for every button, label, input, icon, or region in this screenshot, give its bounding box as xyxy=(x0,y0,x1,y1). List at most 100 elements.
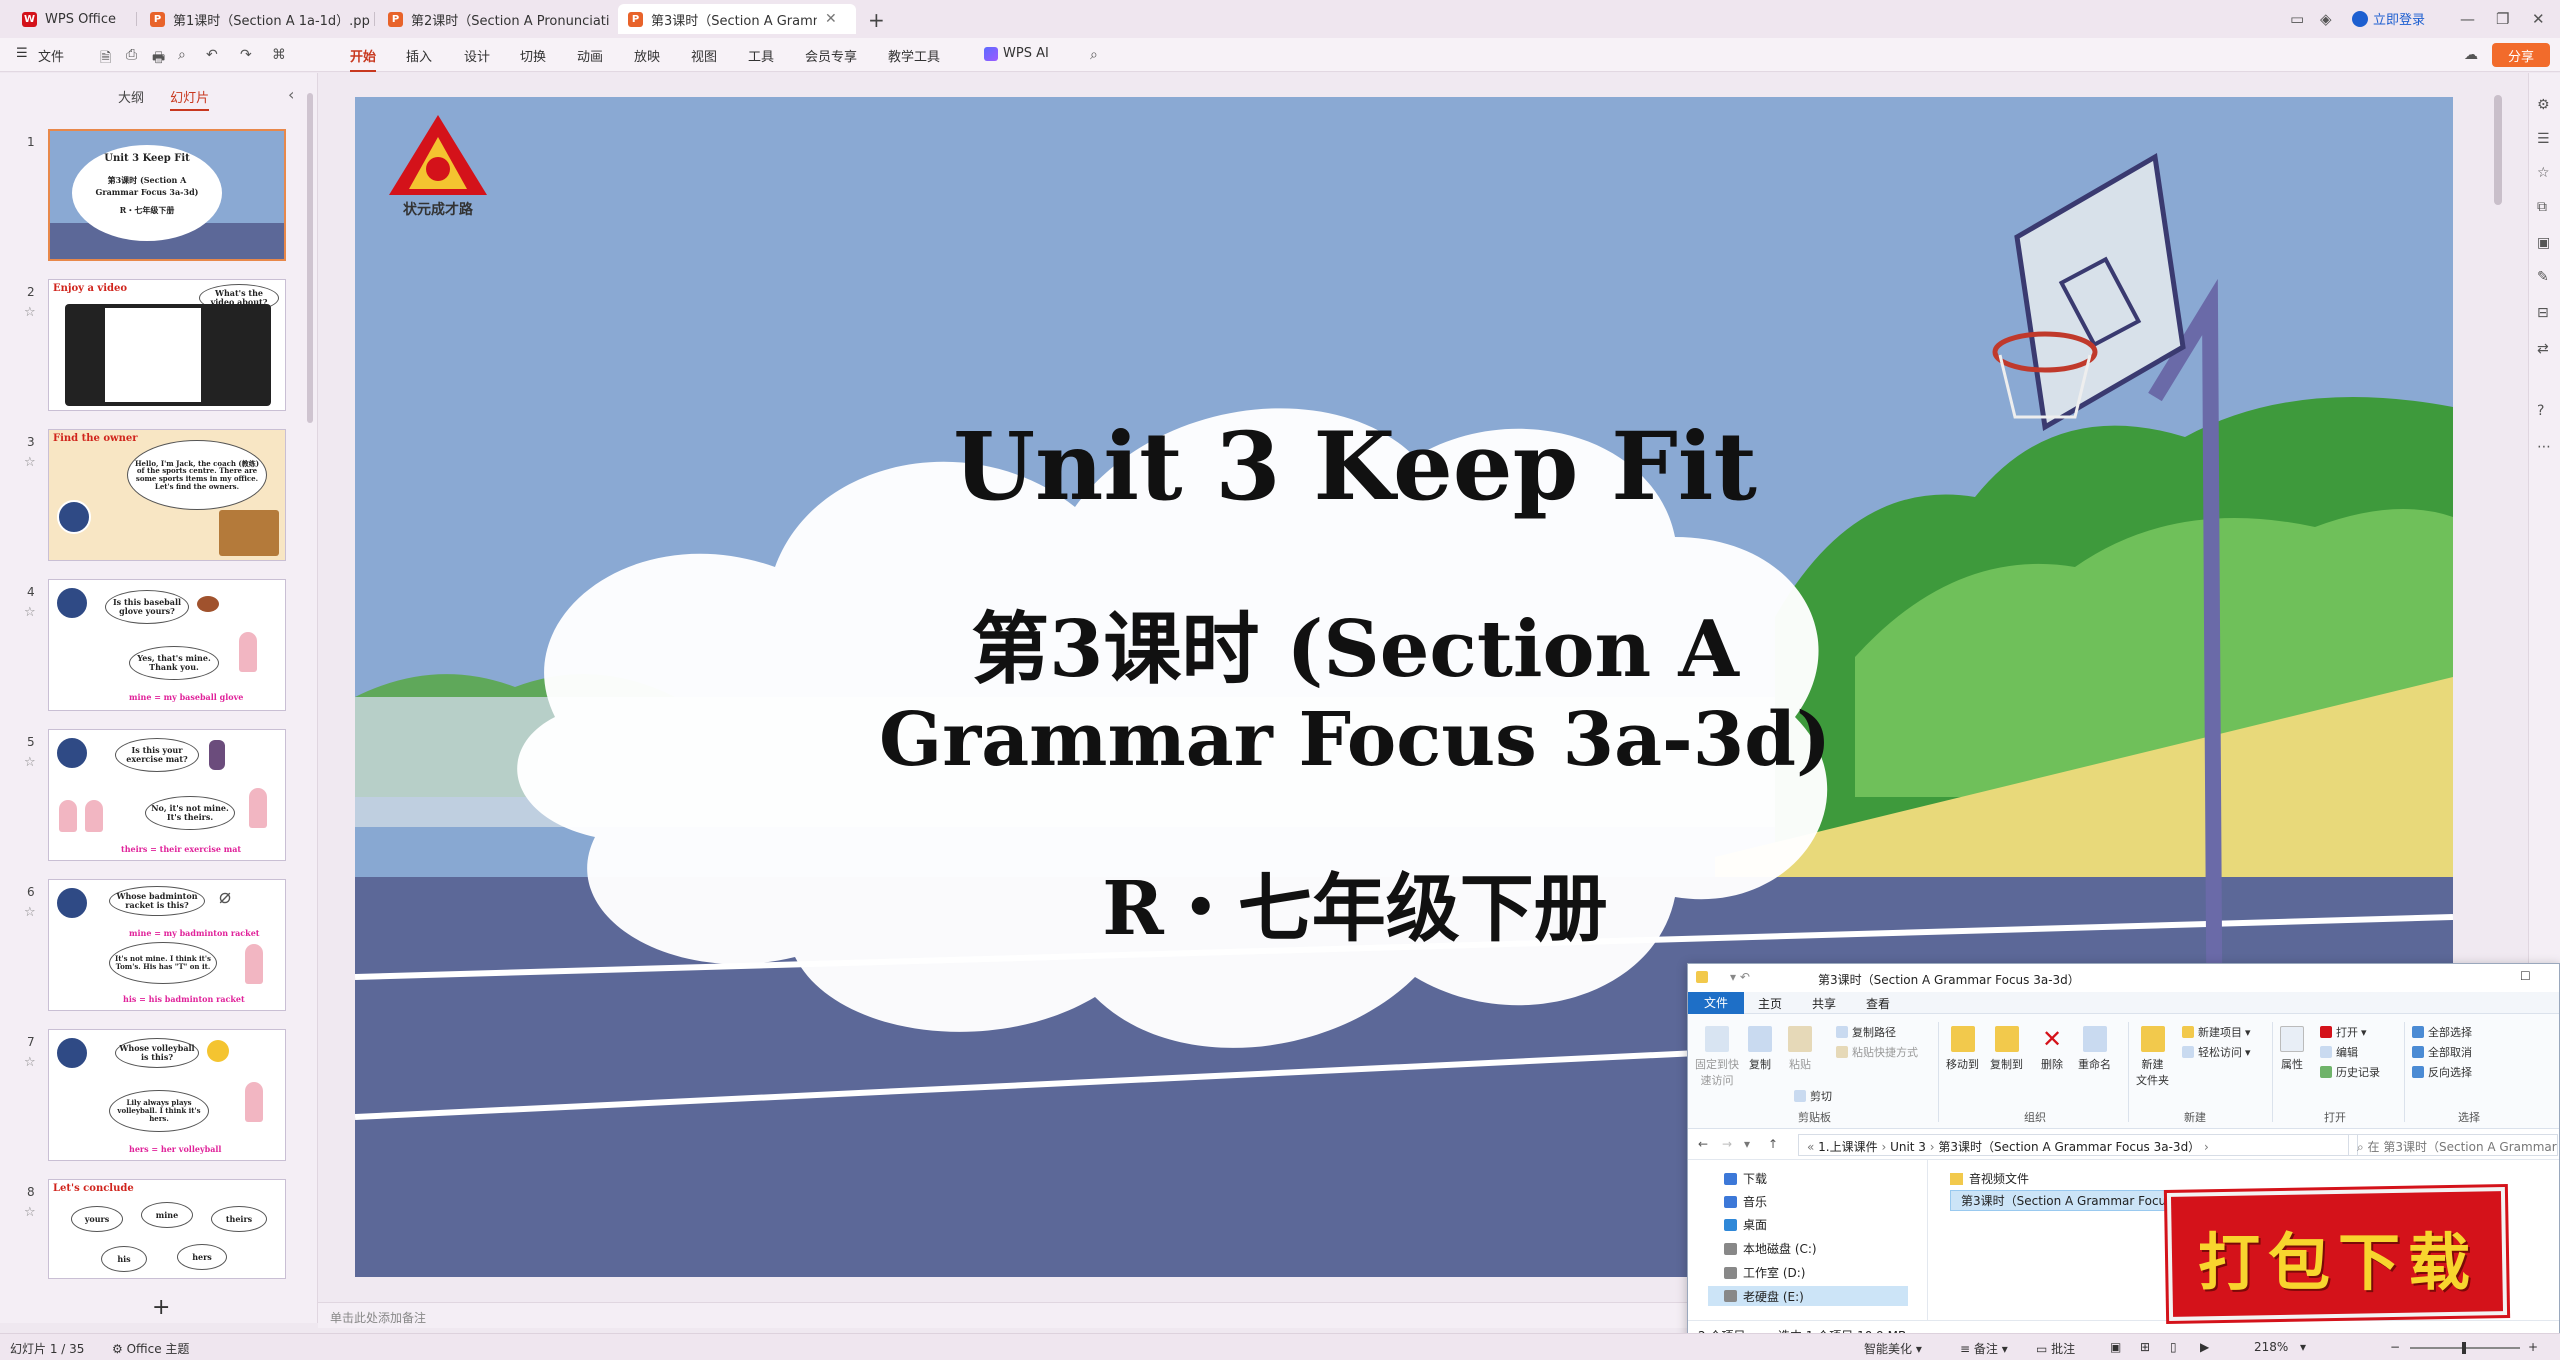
new-folder-button[interactable]: 新建 文件夹 xyxy=(2136,1026,2169,1088)
slide-subtitle-line-1[interactable]: 第3课时 (Section A xyxy=(755,587,1955,699)
explorer-tab-share[interactable]: 共享 xyxy=(1812,995,1836,1012)
normal-view-icon[interactable]: ▣ xyxy=(2110,1340,2121,1354)
menu-tools[interactable]: 工具 xyxy=(748,46,774,65)
nav-item-drive-c[interactable]: 本地磁盘 (C:) xyxy=(1724,1240,1817,1257)
star-icon[interactable]: ☆ xyxy=(24,1055,36,1070)
tab-list-icon[interactable]: ▭ xyxy=(2290,10,2304,28)
close-tab-icon[interactable]: ✕ xyxy=(825,11,837,27)
history-button[interactable]: 历史记录 xyxy=(2320,1064,2380,1080)
slide-thumbnail-5[interactable]: Is this your exercise mat? No, it's not … xyxy=(48,729,286,861)
up-icon[interactable]: ↑ xyxy=(1768,1137,1778,1151)
nav-item-drive-e[interactable]: 老硬盘 (E:) xyxy=(1708,1286,1908,1306)
tab-slides[interactable]: 幻灯片 xyxy=(170,91,210,111)
breadcrumb[interactable]: « 1.上课课件 › Unit 3 › 第3课时（Section A Gramm… xyxy=(1798,1134,2358,1156)
animation-pane-icon[interactable]: ☰ xyxy=(2537,131,2550,147)
wps-ai-button[interactable]: WPS AI xyxy=(984,46,1049,61)
menu-member[interactable]: 会员专享 xyxy=(805,46,857,65)
star-icon[interactable]: ☆ xyxy=(24,755,36,770)
theme-name[interactable]: ⚙ Office 主题 xyxy=(112,1340,189,1357)
slide-grade-label[interactable]: R・七年级下册 xyxy=(855,849,1855,956)
task-pane-icon[interactable]: ⚙ xyxy=(2537,97,2550,113)
comments-toggle-button[interactable]: ▭ 批注 xyxy=(2036,1340,2075,1357)
export-pdf-icon[interactable]: ⎙ xyxy=(126,47,137,63)
new-item-button[interactable]: 新建项目 ▾ xyxy=(2182,1024,2251,1040)
nav-item-music[interactable]: 音乐 xyxy=(1724,1193,1767,1210)
back-icon[interactable]: ← xyxy=(1698,1137,1708,1151)
menu-animation[interactable]: 动画 xyxy=(577,46,603,65)
tab-outline[interactable]: 大纲 xyxy=(118,91,144,106)
cut-button[interactable]: 剪切 xyxy=(1794,1088,1832,1104)
paste-button[interactable]: 粘贴 xyxy=(1788,1026,1812,1072)
copy-button[interactable]: 复制 xyxy=(1748,1026,1772,1072)
share-button[interactable]: 分享 xyxy=(2492,43,2550,67)
star-icon[interactable]: ☆ xyxy=(24,605,36,620)
undo-icon[interactable]: ↶ xyxy=(206,47,218,63)
copy-path-button[interactable]: 复制路径 xyxy=(1836,1024,1896,1040)
slide-thumbnail-3[interactable]: Find the owner Hello, I'm Jack, the coac… xyxy=(48,429,286,561)
nav-item-drive-d[interactable]: 工作室 (D:) xyxy=(1724,1264,1805,1281)
delete-button[interactable]: ✕ 删除 xyxy=(2040,1026,2064,1072)
restore-icon[interactable]: ❐ xyxy=(2496,10,2509,28)
save-icon[interactable]: 🗎 xyxy=(100,47,111,71)
explorer-tab-file[interactable]: 文件 xyxy=(1688,992,1744,1014)
explorer-maximize-icon[interactable]: ☐ xyxy=(2520,969,2531,983)
reading-view-icon[interactable]: ▯ xyxy=(2170,1340,2177,1354)
file-item-folder[interactable]: 音视频文件 xyxy=(1950,1170,2029,1187)
hamburger-menu-icon[interactable]: ☰ xyxy=(16,46,28,61)
tab-lesson-1[interactable]: P 第1课时（Section A 1a-1d）.pptx xyxy=(140,4,370,34)
file-item-pptx[interactable]: 第3课时（Section A Grammar Focus 3a-3d）.pptx xyxy=(1950,1190,2170,1211)
invert-selection-button[interactable]: 反向选择 xyxy=(2412,1064,2472,1080)
recent-icon[interactable]: ▾ xyxy=(1744,1137,1750,1151)
tab-lesson-2[interactable]: P 第2课时（Section A Pronunciation xyxy=(378,4,610,34)
forward-icon[interactable]: → xyxy=(1722,1137,1732,1151)
properties-button[interactable]: 属性 xyxy=(2280,1026,2304,1072)
paste-shortcut-button[interactable]: 粘贴快捷方式 xyxy=(1836,1044,1918,1060)
copy-to-button[interactable]: 复制到 xyxy=(1990,1026,2023,1072)
menu-home[interactable]: 开始 xyxy=(350,46,377,72)
explorer-tab-home[interactable]: 主页 xyxy=(1758,995,1782,1012)
download-badge[interactable]: 打包下载 xyxy=(2162,1182,2514,1328)
slide-thumbnail-4[interactable]: Is this baseball glove yours? Yes, that'… xyxy=(48,579,286,711)
rename-button[interactable]: 重命名 xyxy=(2078,1026,2111,1072)
menu-teaching-tools[interactable]: 教学工具 xyxy=(888,46,940,65)
redo-icon[interactable]: ↷ xyxy=(240,47,252,63)
nav-item-desktop[interactable]: 桌面 xyxy=(1724,1216,1767,1233)
slide-thumbnail-8[interactable]: Let's conclude yours mine theirs his her… xyxy=(48,1179,286,1279)
slide-subtitle-line-2[interactable]: Grammar Focus 3a-3d) xyxy=(755,697,1955,783)
add-slide-icon[interactable]: + xyxy=(152,1295,170,1320)
menu-design[interactable]: 设计 xyxy=(464,46,490,65)
panel-scrollbar[interactable] xyxy=(307,93,313,423)
canvas-scrollbar[interactable] xyxy=(2494,95,2502,205)
search-icon[interactable]: ⌕ xyxy=(1090,47,1098,63)
slide-thumbnail-6[interactable]: Whose badminton racket is this? ⌀ mine =… xyxy=(48,879,286,1011)
template-icon[interactable]: ⧉ xyxy=(2537,199,2547,215)
zoom-in-icon[interactable]: + xyxy=(2528,1340,2538,1354)
easy-access-button[interactable]: 轻松访问 ▾ xyxy=(2182,1044,2251,1060)
slide-thumbnail-7[interactable]: Whose volleyball is this? Lily always pl… xyxy=(48,1029,286,1161)
explorer-tab-view[interactable]: 查看 xyxy=(1866,995,1890,1012)
menu-transition[interactable]: 切换 xyxy=(520,46,546,65)
format-painter-icon[interactable]: ⌘ xyxy=(272,47,286,63)
nav-item-downloads[interactable]: 下载 xyxy=(1724,1170,1767,1187)
edit-button[interactable]: 编辑 xyxy=(2320,1044,2358,1060)
more-icon[interactable]: ⋯ xyxy=(2537,439,2551,455)
menu-slideshow[interactable]: 放映 xyxy=(634,46,660,65)
menu-view[interactable]: 视图 xyxy=(691,46,717,65)
zoom-dropdown-icon[interactable]: ▾ xyxy=(2300,1340,2306,1354)
star-icon[interactable]: ☆ xyxy=(24,1205,36,1220)
sorter-view-icon[interactable]: ⊞ xyxy=(2140,1340,2150,1354)
edit-icon[interactable]: ✎ xyxy=(2537,269,2549,285)
close-window-icon[interactable]: ✕ xyxy=(2532,10,2545,28)
select-all-button[interactable]: 全部选择 xyxy=(2412,1024,2472,1040)
explorer-search-input[interactable]: ⌕ 在 第3课时（Section A Grammar ... xyxy=(2348,1134,2558,1156)
menu-insert[interactable]: 插入 xyxy=(406,46,432,65)
slide-title[interactable]: Unit 3 Keep Fit xyxy=(855,412,1855,522)
zoom-slider-handle[interactable] xyxy=(2461,1342,2466,1354)
play-slideshow-icon[interactable]: ▶ xyxy=(2200,1340,2209,1354)
tab-lesson-3[interactable]: P 第3课时（Section A Gramma ✕ xyxy=(618,4,856,34)
pin-quick-access-button[interactable]: 固定到快速访问 xyxy=(1694,1026,1740,1088)
file-menu[interactable]: 文件 xyxy=(38,46,64,65)
open-button[interactable]: 打开 ▾ xyxy=(2320,1024,2367,1040)
translate-icon[interactable]: ⇄ xyxy=(2537,341,2549,357)
login-button[interactable]: 立即登录 xyxy=(2352,9,2425,28)
